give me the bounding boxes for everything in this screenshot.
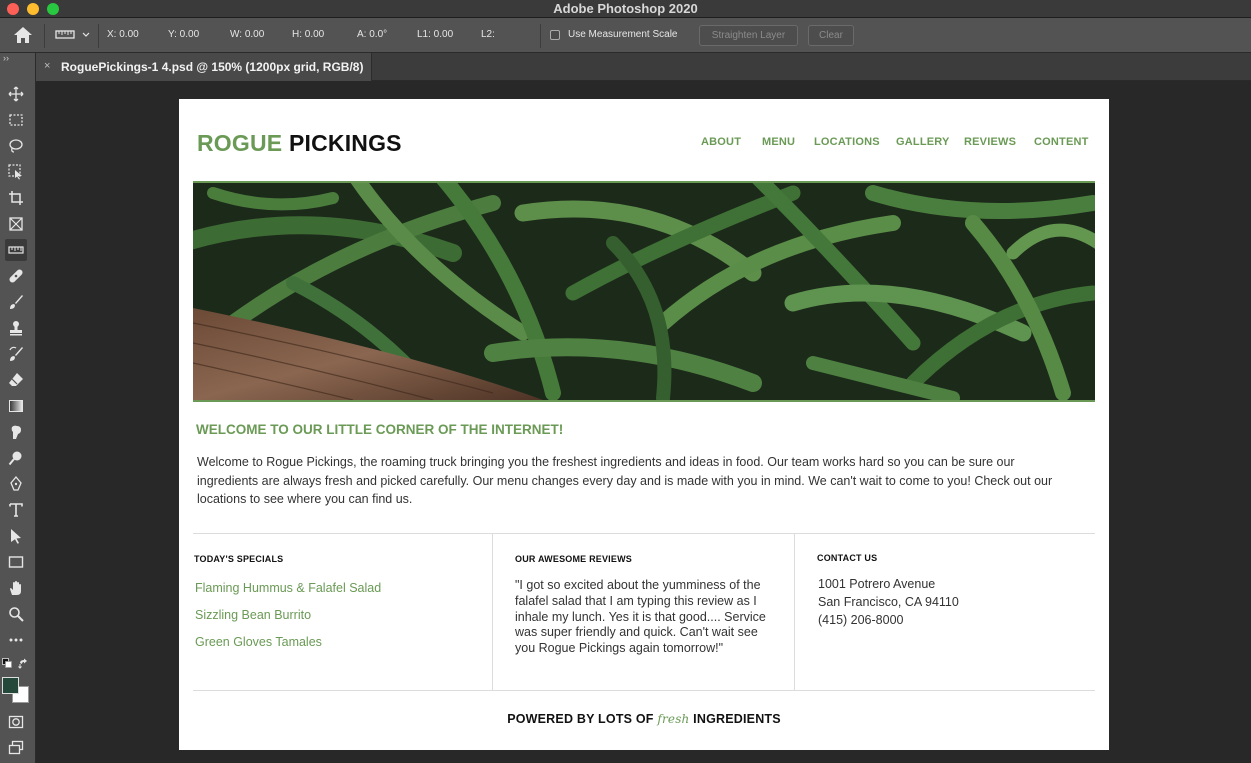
special-item: Sizzling Bean Burrito [195, 608, 312, 622]
use-measurement-scale-checkbox[interactable] [550, 30, 560, 40]
history-brush-icon[interactable] [5, 343, 27, 365]
default-colors-icon[interactable] [2, 658, 12, 668]
app-title: Adobe Photoshop 2020 [553, 1, 698, 16]
type-icon[interactable] [5, 499, 27, 521]
close-tab-icon[interactable]: × [44, 60, 50, 72]
reviews-heading: OUR AWESOME REVIEWS [515, 554, 632, 564]
contact-address: 1001 Potrero Avenue [818, 577, 936, 591]
site-logo: ROGUE PICKINGS [197, 130, 402, 157]
window-titlebar: Adobe Photoshop 2020 [0, 0, 1251, 18]
dodge-icon[interactable] [5, 447, 27, 469]
tools-panel: ›› [0, 53, 36, 763]
foreground-color-swatch[interactable] [2, 677, 19, 694]
crop-icon[interactable] [5, 187, 27, 209]
contact-heading: CONTACT US [817, 553, 878, 563]
expand-panel-icon[interactable]: ›› [3, 53, 9, 63]
ruler-tool-preset-icon[interactable] [54, 27, 96, 43]
screen-mode-icon[interactable] [5, 737, 27, 759]
height-readout: H: 0.00 [292, 29, 325, 40]
section-divider-top [193, 533, 1095, 534]
brush-icon[interactable] [5, 291, 27, 313]
review-quote: "I got so excited about the yumminess of… [515, 578, 766, 656]
nav-reviews: REVIEWS [964, 136, 1017, 148]
green-beans-photo [193, 183, 1095, 400]
swap-colors-icon[interactable] [18, 658, 29, 669]
zoom-icon[interactable] [5, 603, 27, 625]
frame-icon[interactable] [5, 213, 27, 235]
nav-about: ABOUT [701, 136, 742, 148]
l1-readout: L1: 0.00 [417, 29, 454, 40]
column-divider-1 [492, 534, 493, 690]
l2-readout: L2: [481, 29, 495, 40]
eraser-icon[interactable] [5, 369, 27, 391]
hand-icon[interactable] [5, 577, 27, 599]
divider [98, 24, 99, 48]
special-item: Green Gloves Tamales [195, 635, 322, 649]
nav-gallery: GALLERY [896, 136, 950, 148]
footer-fresh-word: fresh [657, 712, 690, 726]
stamp-icon[interactable] [5, 317, 27, 339]
divider [44, 24, 45, 48]
intro-paragraph: Welcome to Rogue Pickings, the roaming t… [197, 455, 1053, 507]
home-icon[interactable] [13, 26, 33, 44]
width-readout: W: 0.00 [230, 29, 265, 40]
contact-city: San Francisco, CA 94110 [818, 595, 959, 609]
straighten-layer-button[interactable]: Straighten Layer [699, 25, 798, 46]
smudge-icon[interactable] [5, 421, 27, 443]
document-tab[interactable]: × RoguePickings-1 4.psd @ 150% (1200px g… [36, 53, 372, 81]
x-readout: X: 0.00 [107, 29, 139, 40]
column-divider-2 [794, 534, 795, 690]
hero-image [193, 181, 1095, 402]
more-icon[interactable] [5, 629, 27, 651]
clear-button[interactable]: Clear [808, 25, 854, 46]
document-tab-label: RoguePickings-1 4.psd @ 150% (1200px gri… [61, 60, 364, 74]
ruler-icon[interactable] [5, 239, 27, 261]
pen-icon[interactable] [5, 473, 27, 495]
special-item: Flaming Hummus & Falafel Salad [195, 581, 382, 595]
rectangle-icon[interactable] [5, 551, 27, 573]
angle-readout: A: 0.0° [357, 29, 388, 40]
use-measurement-scale-label[interactable]: Use Measurement Scale [568, 29, 678, 40]
path-select-icon[interactable] [5, 525, 27, 547]
divider [540, 24, 541, 48]
nav-content: CONTENT [1034, 136, 1089, 148]
contact-phone: (415) 206-8000 [818, 613, 904, 627]
marquee-icon[interactable] [5, 109, 27, 131]
lasso-icon[interactable] [5, 135, 27, 157]
site-footer: POWERED BY LOTS OF fresh INGREDIENTS [179, 712, 1109, 726]
object-select-icon[interactable] [5, 161, 27, 183]
specials-heading: TODAY'S SPECIALS [194, 554, 284, 564]
document-canvas[interactable]: ROGUE PICKINGS ABOUT MENU LOCATIONS GALL… [179, 99, 1109, 750]
options-bar: X: 0.00 Y: 0.00 W: 0.00 H: 0.00 A: 0.0° … [0, 18, 1251, 53]
footer-text-before: POWERED BY LOTS OF [507, 712, 654, 726]
section-divider-bottom [193, 690, 1095, 691]
nav-locations: LOCATIONS [814, 136, 880, 148]
document-tab-bar: × RoguePickings-1 4.psd @ 150% (1200px g… [36, 53, 1251, 81]
footer-text-after: INGREDIENTS [693, 712, 781, 726]
y-readout: Y: 0.00 [168, 29, 200, 40]
welcome-heading: WELCOME TO OUR LITTLE CORNER OF THE INTE… [196, 422, 564, 437]
logo-second-word: PICKINGS [288, 130, 402, 156]
healing-icon[interactable] [5, 265, 27, 287]
logo-first-word: ROGUE [197, 130, 283, 156]
move-icon[interactable] [5, 83, 27, 105]
gradient-icon[interactable] [5, 395, 27, 417]
nav-menu: MENU [762, 136, 796, 148]
quick-mask-icon[interactable] [5, 711, 27, 733]
